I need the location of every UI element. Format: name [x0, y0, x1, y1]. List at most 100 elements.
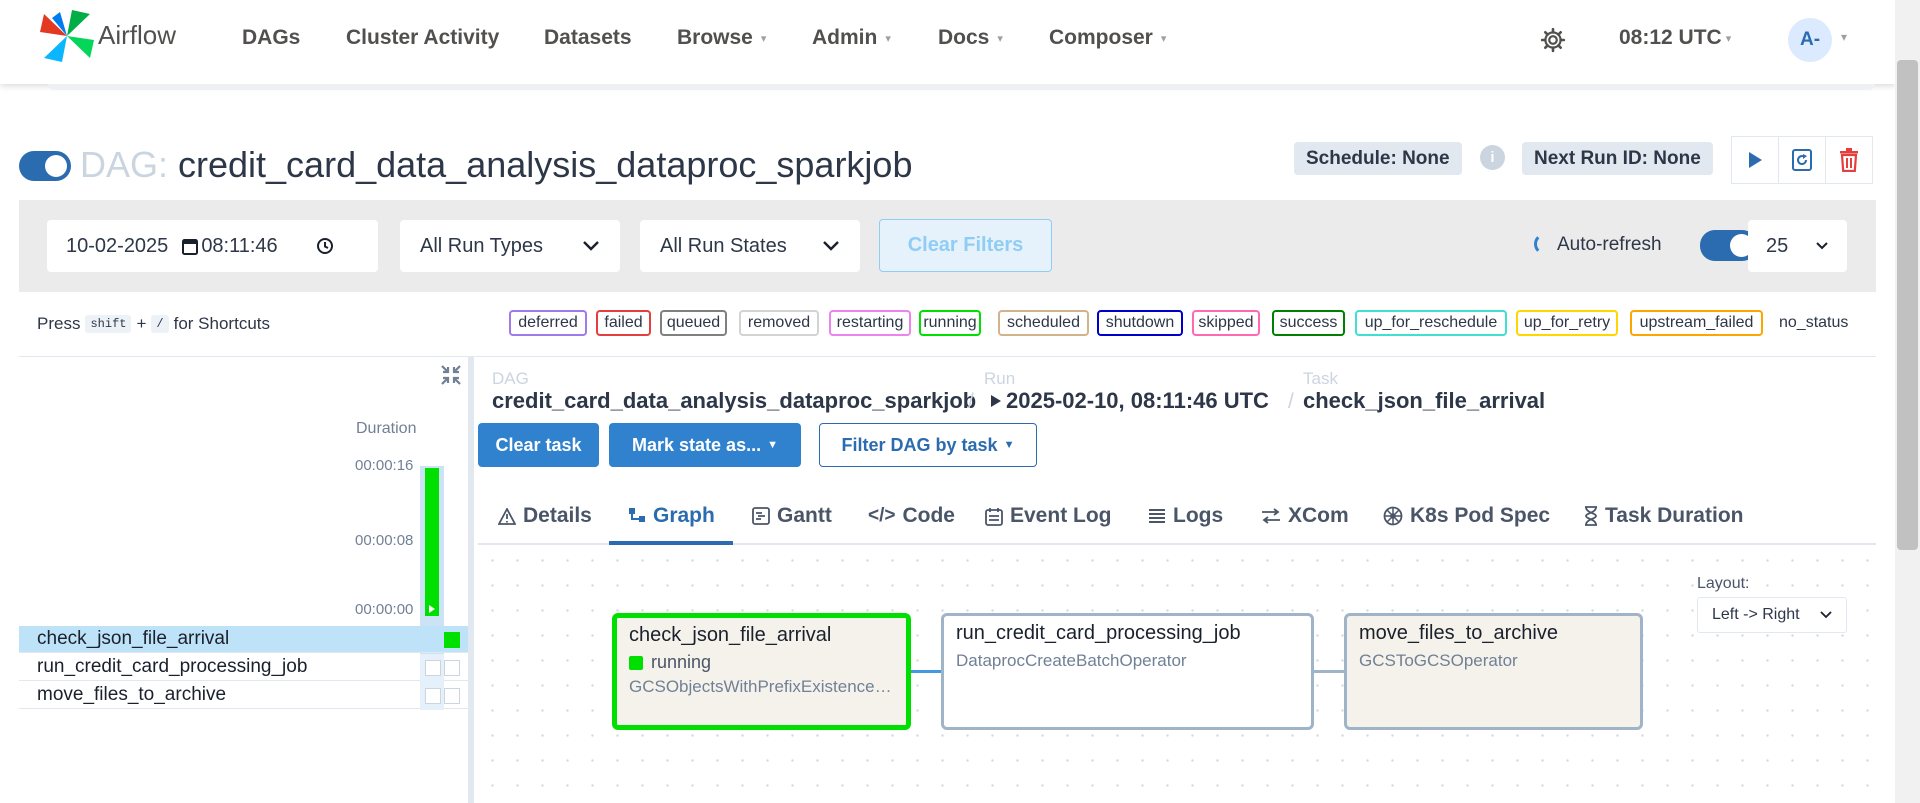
graph-edge	[1312, 670, 1346, 673]
chevron-down-icon: ▾	[1725, 32, 1732, 45]
shortcuts-hint: Press shift + / for Shortcuts	[37, 314, 270, 334]
gantt-icon	[752, 507, 770, 525]
task-instance-status-cell[interactable]	[444, 688, 460, 704]
caret-down-icon: ▼	[1003, 439, 1015, 451]
swap-icon	[1262, 508, 1280, 524]
task-row-run-processing[interactable]: run_credit_card_processing_job	[19, 654, 469, 681]
run-datetime-input[interactable]: 10-02-2025 08:11:46	[47, 220, 378, 272]
tab-gantt[interactable]: Gantt	[752, 504, 832, 528]
breadcrumb-dag[interactable]: credit_card_data_analysis_dataproc_spark…	[492, 388, 976, 414]
node-name: move_files_to_archive	[1359, 622, 1558, 644]
legend-no-status[interactable]: no_status	[1779, 314, 1848, 332]
calendar-log-icon	[985, 507, 1003, 526]
legend-restarting[interactable]: restarting	[829, 310, 911, 336]
legend-scheduled[interactable]: scheduled	[998, 310, 1089, 336]
tab-task-duration[interactable]: Task Duration	[1584, 504, 1743, 528]
nav-cluster-activity-label: Cluster Activity	[346, 26, 500, 49]
trigger-dag-button[interactable]	[1731, 136, 1779, 184]
duration-tick: 00:00:08	[355, 532, 414, 549]
clock-icon[interactable]	[316, 237, 334, 255]
node-status: running	[629, 652, 894, 673]
legend-running[interactable]: running	[919, 310, 981, 336]
airflow-logo-icon[interactable]	[38, 8, 96, 64]
legend-up-for-retry[interactable]: up_for_retry	[1516, 310, 1618, 336]
legend-skipped[interactable]: skipped	[1192, 310, 1260, 336]
utc-time-label: 08:12 UTC	[1619, 26, 1722, 49]
breadcrumb-task[interactable]: check_json_file_arrival	[1303, 388, 1545, 414]
nav-cluster-activity[interactable]: Cluster Activity	[346, 26, 499, 50]
legend-failed[interactable]: failed	[596, 310, 651, 336]
run-states-select[interactable]: All Run States	[640, 220, 860, 272]
mark-state-button[interactable]: Mark state as... ▼	[609, 423, 801, 467]
legend-removed[interactable]: removed	[739, 310, 819, 336]
gear-icon[interactable]	[1540, 27, 1566, 53]
chevron-down-icon[interactable]: ▾	[1841, 30, 1847, 44]
legend-deferred[interactable]: deferred	[509, 310, 587, 336]
graph-node-move-files[interactable]: move_files_to_archive GCSToGCSOperator	[1344, 613, 1643, 730]
legend-up-for-reschedule[interactable]: up_for_reschedule	[1355, 310, 1507, 336]
legend-upstream-failed[interactable]: upstream_failed	[1630, 310, 1763, 336]
breadcrumb-run[interactable]: 2025-02-10, 08:11:46 UTC	[990, 388, 1269, 414]
nav-browse[interactable]: Browse ▾	[677, 26, 766, 50]
nav-docs[interactable]: Docs ▾	[938, 26, 1003, 50]
chevron-down-icon	[823, 241, 839, 251]
legend-shutdown[interactable]: shutdown	[1097, 310, 1183, 336]
tab-xcom[interactable]: XCom	[1261, 504, 1349, 528]
graph-node-check-json[interactable]: check_json_file_arrival running GCSObjec…	[612, 613, 911, 730]
graph-node-run-processing[interactable]: run_credit_card_processing_job DataprocC…	[941, 613, 1314, 730]
nav-datasets[interactable]: Datasets	[544, 26, 632, 50]
task-name: check_json_file_arrival	[37, 628, 230, 649]
nav-composer[interactable]: Composer ▾	[1049, 26, 1166, 50]
task-row-move-files[interactable]: move_files_to_archive	[19, 682, 469, 709]
filter-dag-by-task-button[interactable]: Filter DAG by task ▼	[819, 423, 1037, 467]
chevron-down-icon: ▾	[997, 32, 1003, 45]
node-state: running	[651, 652, 712, 672]
tab-details[interactable]: Details	[498, 504, 592, 528]
calendar-icon[interactable]	[182, 238, 199, 255]
tab-label: Task Duration	[1605, 504, 1744, 527]
task-instance-status-cell[interactable]	[444, 660, 460, 676]
nav-admin[interactable]: Admin ▾	[812, 26, 891, 50]
brand-name[interactable]: Airflow	[98, 20, 176, 51]
clear-filters-button[interactable]: Clear Filters	[879, 219, 1052, 272]
legend-queued[interactable]: queued	[660, 310, 727, 336]
tab-logs[interactable]: Logs	[1148, 504, 1223, 528]
nav-dags-label: DAGs	[242, 26, 301, 49]
tab-k8s-pod-spec[interactable]: K8s Pod Spec	[1383, 504, 1550, 528]
tab-graph[interactable]: Graph	[628, 504, 715, 528]
task-name: run_credit_card_processing_job	[37, 656, 308, 677]
next-run-badge: Next Run ID: None	[1522, 142, 1713, 175]
dag-pause-toggle[interactable]	[19, 151, 71, 181]
run-types-select[interactable]: All Run Types	[400, 220, 620, 272]
utc-time-dropdown[interactable]: 08:12 UTC ▾	[1619, 26, 1731, 50]
page-size-select[interactable]: 25	[1748, 220, 1847, 272]
tab-code[interactable]: </> Code	[868, 504, 955, 528]
info-icon[interactable]: i	[1480, 145, 1505, 170]
run-duration-bar[interactable]	[425, 468, 439, 616]
auto-refresh-label: Auto-refresh	[1557, 234, 1662, 255]
task-instance-status-cell[interactable]	[444, 632, 460, 648]
task-row-check-json[interactable]: check_json_file_arrival	[19, 626, 469, 653]
shortcuts-suffix: for Shortcuts	[173, 314, 270, 333]
chevron-down-icon	[583, 241, 599, 251]
status-swatch	[629, 655, 643, 670]
user-avatar[interactable]: A-	[1788, 18, 1832, 62]
active-tab-indicator	[609, 541, 733, 545]
panel-resize-handle[interactable]	[468, 357, 474, 803]
caret-down-icon: ▼	[767, 439, 778, 451]
collapse-grid-icon[interactable]	[440, 364, 462, 386]
breadcrumb-separator: /	[1288, 390, 1294, 413]
parse-dag-button[interactable]	[1778, 136, 1826, 184]
tab-label: XCom	[1288, 504, 1349, 527]
task-instance-status-cell[interactable]	[425, 660, 441, 676]
clear-task-button[interactable]: Clear task	[478, 423, 599, 467]
task-instance-status-cell[interactable]	[425, 688, 441, 704]
breadcrumb-run-value: 2025-02-10, 08:11:46 UTC	[1006, 388, 1269, 413]
delete-dag-button[interactable]	[1825, 136, 1873, 184]
run-states-value: All Run States	[660, 234, 787, 257]
legend-success[interactable]: success	[1272, 310, 1345, 336]
layout-select[interactable]: Left -> Right	[1697, 597, 1847, 633]
tab-event-log[interactable]: Event Log	[985, 504, 1112, 528]
nav-dags[interactable]: DAGs	[242, 26, 300, 50]
scrollbar-thumb[interactable]	[1897, 60, 1918, 550]
